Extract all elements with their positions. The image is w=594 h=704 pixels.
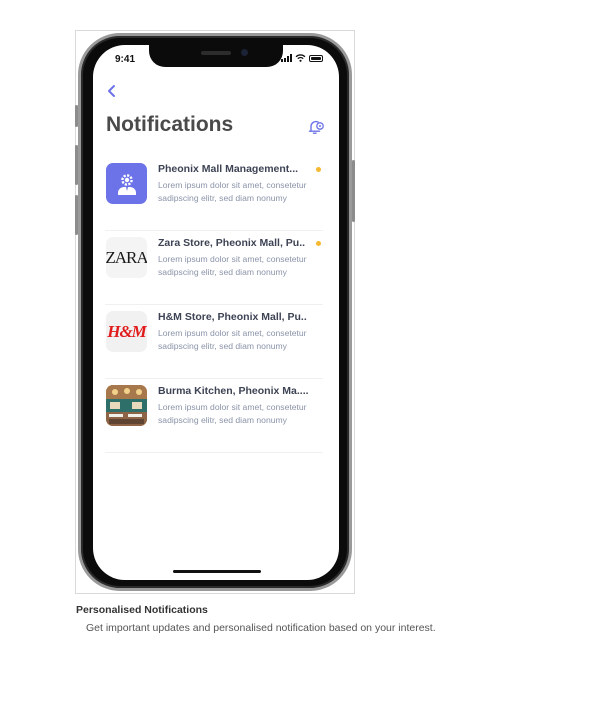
status-time: 9:41 [115,54,136,65]
notification-body: Lorem ipsum dolor sit amet, consetetur s… [158,328,307,351]
battery-icon [309,54,323,62]
phone-side-button [75,195,78,235]
notification-item[interactable]: ZARA Zara Store, Pheonix Mall, Pu.. Lore… [105,231,323,305]
notification-body: Lorem ipsum dolor sit amet, consetetur s… [158,402,307,425]
page-title: Notifications [106,113,234,136]
notification-title: H&M Store, Pheonix Mall, Pu.. [158,311,307,323]
home-indicator[interactable] [173,570,261,573]
back-button[interactable] [104,83,120,99]
status-icons [281,54,323,62]
caption-title: Personalised Notifications [76,604,208,616]
unread-dot [316,167,321,172]
notch [149,45,283,67]
wifi-icon [295,54,306,62]
zara-logo-text: ZARA [106,247,147,267]
notification-title: Pheonix Mall Management... [158,163,299,175]
caption-description: Get important updates and personalised n… [86,622,436,634]
restaurant-photo [106,385,147,426]
notification-body: Lorem ipsum dolor sit amet, consetetur s… [158,180,307,203]
notification-item[interactable]: Burma Kitchen, Pheonix Ma.... Lorem ipsu… [105,379,323,453]
notification-item[interactable]: Pheonix Mall Management... Lorem ipsum d… [105,157,323,231]
zara-logo: ZARA [106,237,147,278]
phone-side-button [352,160,355,222]
unread-dot [316,241,321,246]
notification-body: Lorem ipsum dolor sit amet, consetetur s… [158,254,307,277]
phone-side-button [75,145,78,185]
notification-title: Zara Store, Pheonix Mall, Pu.. [158,237,306,249]
hm-logo: H&M [106,311,147,352]
hm-logo-text: H&M [107,321,147,341]
front-camera [241,49,248,56]
notification-title: Burma Kitchen, Pheonix Ma.... [158,385,309,397]
mall-management-icon [106,163,147,204]
notification-list: Pheonix Mall Management... Lorem ipsum d… [105,157,323,453]
phone-side-button [75,105,78,127]
phone-screen: 9:41 Notifications Pheonix Mall Manageme… [93,45,339,580]
notification-item[interactable]: H&M H&M Store, Pheonix Mall, Pu.. Lorem … [105,305,323,379]
speaker [201,51,231,55]
cellular-signal-icon [281,54,292,62]
notification-settings-button[interactable] [307,118,325,136]
